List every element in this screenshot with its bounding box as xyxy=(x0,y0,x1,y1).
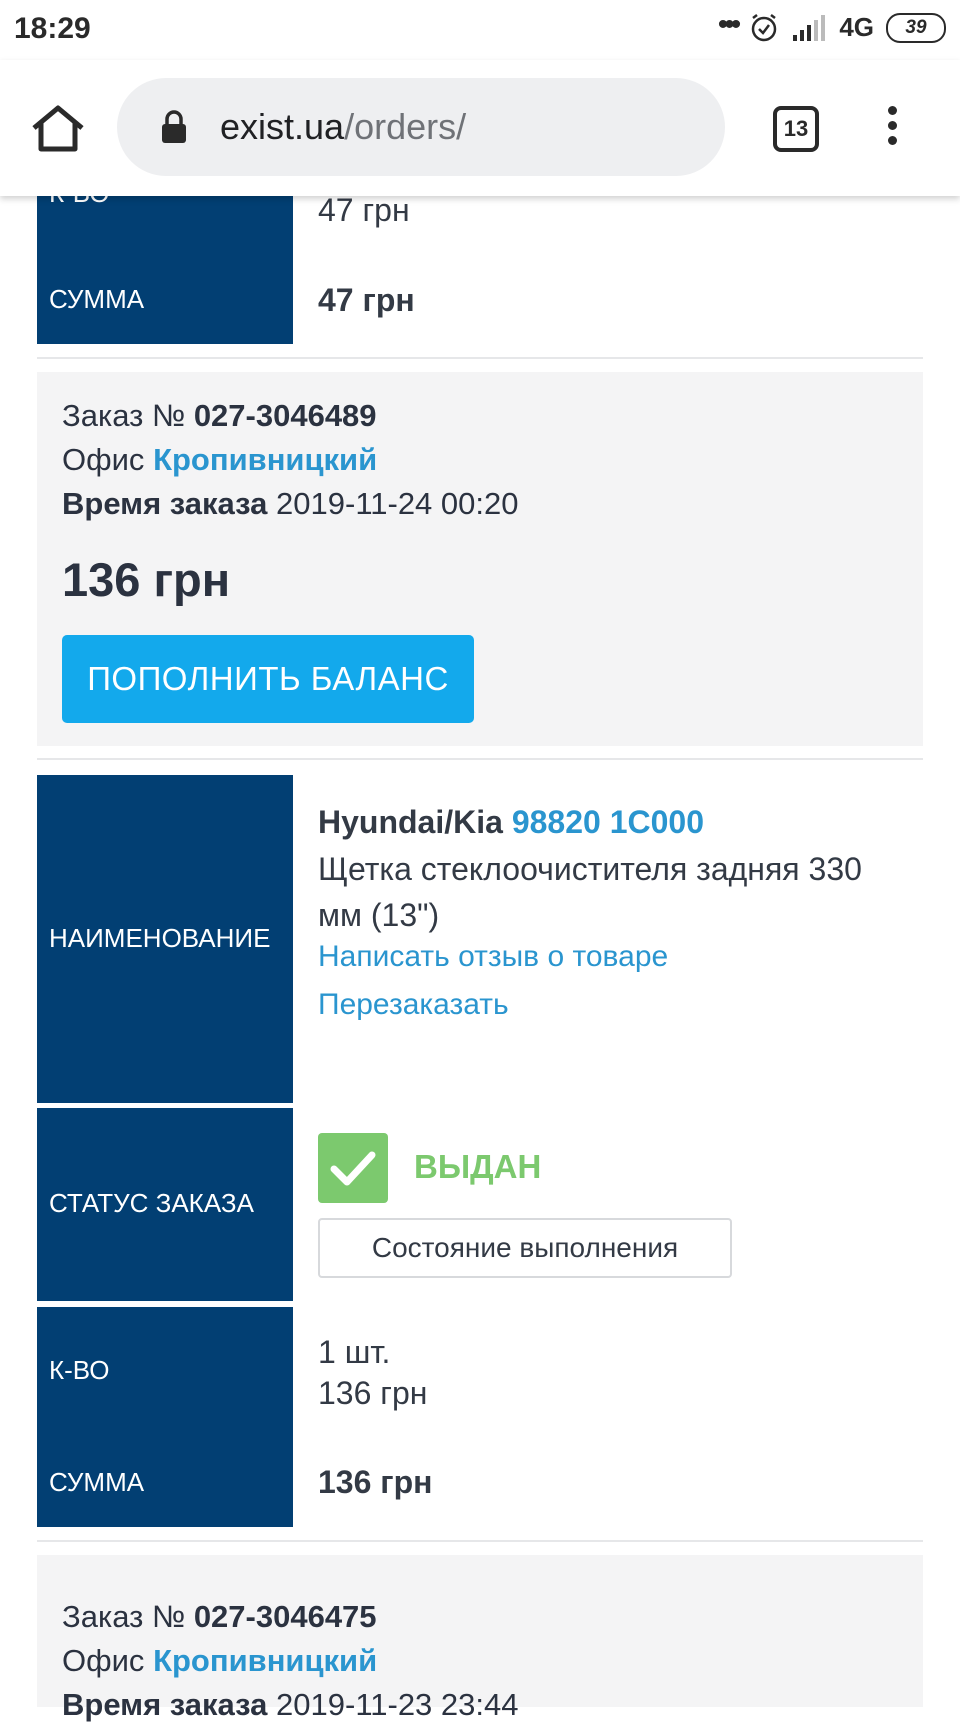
order-amount: 136 грн xyxy=(62,553,231,606)
status-icons: ••• 4G 39 xyxy=(717,7,946,43)
more-notifications-icon: ••• xyxy=(717,7,741,41)
item-description-line2: мм (13") xyxy=(318,897,440,933)
order-number-value: 027-3046489 xyxy=(193,398,377,433)
item-sum: 136 грн xyxy=(318,1464,433,1500)
order2-number-value: 027-3046475 xyxy=(193,1599,377,1634)
browser-toolbar: exist.ua/orders/ 13 xyxy=(0,60,960,196)
order2-number-label: Заказ № xyxy=(62,1599,186,1634)
alarm-icon xyxy=(752,13,777,41)
order2-time-value: 2019-11-23 23:44 xyxy=(276,1687,519,1722)
order-office: Офис Кропивницкий xyxy=(62,442,377,478)
label-sum-text: СУММА xyxy=(49,1467,145,1497)
signal-icon xyxy=(793,14,826,41)
divider xyxy=(37,758,923,760)
order-time: Время заказа 2019-11-24 00:20 xyxy=(62,486,519,522)
order-office-link[interactable]: Кропивницкий xyxy=(153,442,377,477)
order-status: ВЫДАН xyxy=(414,1148,542,1185)
order-number: Заказ № 027-3046489 xyxy=(62,398,377,434)
item-price: 136 грн xyxy=(318,1375,428,1411)
battery-icon: 39 xyxy=(886,12,946,43)
order2-office: Офис Кропивницкий xyxy=(62,1643,377,1679)
order2-time-label: Время заказа xyxy=(62,1687,268,1722)
item-description-line1: Щетка стеклоочистителя задняя 330 xyxy=(318,851,862,887)
order-card-2: Заказ № 027-3046475 Офис Кропивницкий Вр… xyxy=(37,1555,923,1722)
lock-icon xyxy=(162,110,186,143)
page-content: К-ВО СУММА 47 грн 47 грн Заказ № 027-304… xyxy=(0,0,960,1722)
divider xyxy=(37,357,923,359)
order-office-label: Офис xyxy=(62,442,145,477)
label-name-text: НАИМЕНОВАНИЕ xyxy=(49,923,271,953)
label-status-text: СТАТУС ЗАКАЗА xyxy=(49,1188,254,1218)
tab-switcher-button[interactable]: 13 xyxy=(773,106,819,152)
status-bar: 18:29 ••• 4G 39 xyxy=(0,0,960,60)
label-sum-prev-text: СУММА xyxy=(49,284,145,314)
label-name-cell: НАИМЕНОВАНИЕ xyxy=(37,775,293,1103)
order-number-label: Заказ № xyxy=(62,398,186,433)
order2-number: Заказ № 027-3046475 xyxy=(62,1599,377,1635)
prev-price: 47 грн xyxy=(318,192,410,228)
url-domain: exist.ua xyxy=(220,106,345,147)
top-up-balance-button[interactable]: ПОПОЛНИТЬ БАЛАНС xyxy=(62,635,474,723)
order-time-label: Время заказа xyxy=(62,486,268,521)
write-review-link[interactable]: Написать отзыв о товаре xyxy=(318,940,668,974)
address-bar[interactable]: exist.ua/orders/ xyxy=(117,78,725,176)
order-time-value: 2019-11-24 00:20 xyxy=(276,486,519,521)
clock: 18:29 xyxy=(14,12,91,45)
more-menu-icon[interactable] xyxy=(880,106,904,152)
order2-office-link[interactable]: Кропивницкий xyxy=(153,1643,377,1678)
item-brand: Hyundai/Kia xyxy=(318,804,503,840)
label-qty-text: К-ВО xyxy=(49,1355,110,1385)
reorder-link[interactable]: Перезаказать xyxy=(318,988,509,1022)
url-path: /orders/ xyxy=(344,106,467,147)
label-qty-cell: К-ВО СУММА xyxy=(37,1307,293,1527)
checkmark-icon xyxy=(318,1133,388,1203)
network-type: 4G xyxy=(839,12,874,42)
item-title: Hyundai/Kia 98820 1C000 xyxy=(318,804,704,841)
label-status-cell: СТАТУС ЗАКАЗА xyxy=(37,1108,293,1301)
order2-time: Время заказа 2019-11-23 23:44 xyxy=(62,1687,519,1723)
execution-state-button[interactable]: Состояние выполнения xyxy=(318,1218,732,1278)
item-qty: 1 шт. xyxy=(318,1334,391,1370)
order-card: Заказ № 027-3046489 Офис Кропивницкий Вр… xyxy=(37,372,923,746)
prev-sum: 47 грн xyxy=(318,282,415,318)
order2-office-label: Офис xyxy=(62,1643,145,1678)
url-text[interactable]: exist.ua/orders/ xyxy=(220,106,466,148)
item-article-link[interactable]: 98820 1C000 xyxy=(512,804,704,840)
divider xyxy=(37,1540,923,1542)
home-icon[interactable] xyxy=(30,104,86,152)
